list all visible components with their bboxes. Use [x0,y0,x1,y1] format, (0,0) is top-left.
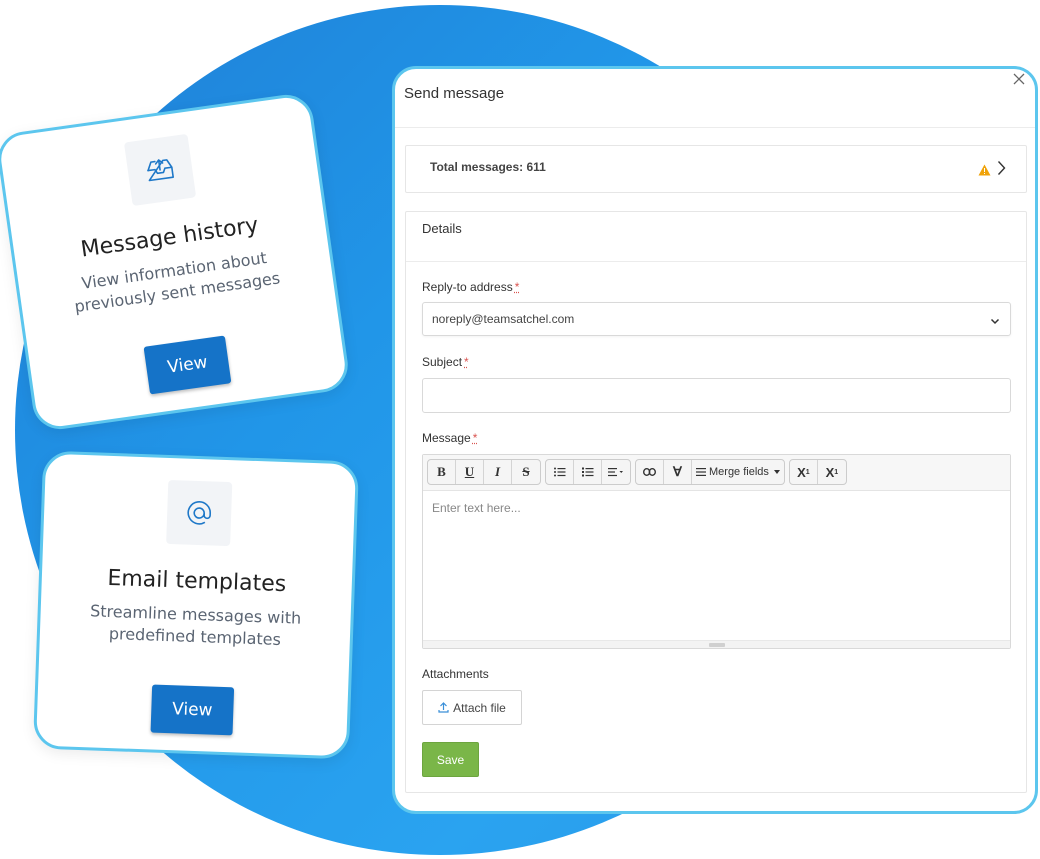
underline-button[interactable]: U [456,460,484,484]
message-textarea[interactable]: Enter text here... [423,492,1010,640]
attach-file-button[interactable]: Attach file [422,690,522,725]
bullet-list-icon[interactable] [546,460,574,484]
variable-icon[interactable]: ∀ [664,460,692,484]
chevron-right-icon[interactable] [997,160,1006,181]
numbered-list-icon[interactable] [574,460,602,484]
warning-icon [978,163,991,181]
strikethrough-button[interactable]: S [512,460,540,484]
save-button[interactable]: Save [422,742,479,777]
reply-to-label-text: Reply-to address [422,280,513,294]
view-email-templates-button[interactable]: View [150,684,235,736]
email-templates-card: Email templates Streamline messages with… [32,450,360,760]
subscript-button[interactable]: X1 [818,460,846,484]
at-sign-icon [166,479,233,547]
align-dropdown-icon[interactable] [602,460,630,484]
superscript-label: X [797,464,806,480]
details-heading: Details [406,212,1026,262]
superscript-button[interactable]: X1 [790,460,818,484]
required-marker: * [514,280,520,294]
script-group: X1 X1 [788,459,847,485]
total-messages-label: Total messages: 611 [430,160,546,174]
attachments-label: Attachments [422,667,489,681]
subject-label-text: Subject [422,355,463,369]
divider [395,127,1035,128]
send-message-modal: Send message Total messages: 611 Details… [392,66,1038,814]
italic-button[interactable]: I [484,460,512,484]
link-icon[interactable] [636,460,664,484]
message-label-text: Message [422,431,471,445]
subject-label: Subject * [422,355,469,369]
reply-to-select[interactable]: noreply@teamsatchel.com [422,302,1011,336]
list-group [545,459,631,485]
required-marker: * [472,431,478,445]
text-style-group: B U I S [427,459,541,485]
total-messages-panel[interactable]: Total messages: 611 [405,145,1027,193]
card-description: Streamline messages with predefined temp… [89,601,302,649]
required-marker: * [464,355,469,369]
editor-toolbar: B U I S ∀ Merge fields X 1 X 1 [423,455,1010,491]
inbox-upload-icon [123,133,197,207]
reply-to-value: noreply@teamsatchel.com [432,312,575,326]
modal-title: Send message [404,85,505,102]
details-panel: Details Reply-to address * noreply@teamsa… [405,211,1027,793]
message-label: Message * [422,431,477,445]
merge-fields-dropdown[interactable]: Merge fields [692,460,784,484]
merge-fields-label: Merge fields [709,466,769,478]
attach-file-label: Attach file [453,700,506,715]
bold-button[interactable]: B [428,460,456,484]
resize-grip-icon [708,643,725,647]
view-message-history-button[interactable]: View [143,335,232,395]
reply-to-label: Reply-to address * [422,280,519,294]
close-icon[interactable] [1011,71,1027,87]
resize-handle[interactable] [423,640,1010,648]
insert-group: ∀ Merge fields [635,459,785,485]
upload-icon [438,702,449,713]
chevron-down-icon [990,314,1000,328]
subject-input[interactable] [422,378,1011,413]
message-history-card: Message history View information about p… [0,91,352,433]
subscript-label: X [825,464,835,480]
message-editor: B U I S ∀ Merge fields X 1 X 1 Enter tex… [422,454,1011,649]
card-title: Email templates [107,565,287,598]
